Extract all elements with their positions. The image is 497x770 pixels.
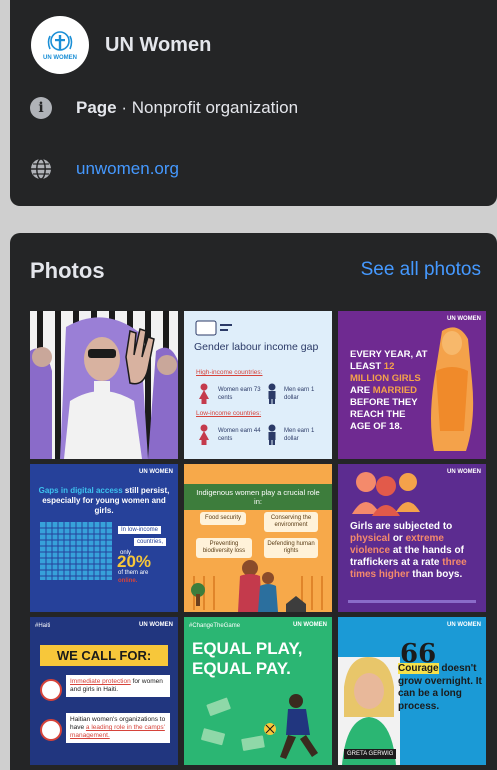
photo-thumbnail-women-illustration[interactable] — [30, 311, 178, 459]
women-illustration-image — [30, 311, 178, 459]
income-gap-heading: Gender labour income gap — [194, 341, 319, 353]
photo-grid: Gender labour income gap High-income cou… — [30, 311, 486, 765]
quote-author: GRETA GERWIG — [344, 749, 397, 759]
t6-c: or — [392, 533, 403, 544]
profile-row[interactable]: UN WOMEN UN Women — [31, 16, 211, 74]
protection-icon — [40, 679, 62, 701]
photo-thumbnail-digital-access[interactable]: UN WOMEN Gaps in digital access still pe… — [30, 464, 178, 612]
un-women-watermark: UN WOMEN — [447, 469, 481, 475]
photo-thumbnail-income-gap[interactable]: Gender labour income gap High-income cou… — [184, 311, 332, 459]
hashtag-changethegame: #ChangeTheGame — [189, 623, 241, 629]
un-women-watermark: UN WOMEN — [447, 316, 481, 322]
un-women-watermark: UN WOMEN — [293, 622, 327, 628]
photos-title: Photos — [30, 258, 105, 283]
digital-access-text: Gaps in digital access still persist, es… — [38, 486, 170, 516]
pill-defending-human-rights: Defending human rights — [264, 538, 318, 558]
pill-food-security: Food security — [200, 512, 246, 525]
page-name[interactable]: UN Women — [105, 34, 211, 57]
t4-of-them: of them are — [118, 570, 149, 576]
photo-thumbnail-trafficking[interactable]: UN WOMEN Girls are subjected to physical… — [338, 464, 486, 612]
t7-i2u: a leading role in the camps' management. — [70, 724, 165, 739]
t3-highlight2: MARRIED — [372, 385, 418, 396]
logo-text: UN WOMEN — [43, 54, 77, 61]
photo-thumbnail-child-marriage[interactable]: UN WOMEN EVERY YEAR, AT LEAST 12 MILLION… — [338, 311, 486, 459]
women-earn-high: Women earn 73 cents — [218, 387, 261, 401]
un-women-watermark: UN WOMEN — [139, 622, 173, 628]
equal-pay-text: EQUAL PLAY, EQUAL PAY. — [192, 639, 303, 679]
women-earn-low: Women earn 44 cents — [218, 428, 261, 442]
un-women-logo-icon — [47, 30, 73, 51]
quote-text: Courage doesn't grow overnight. It can b… — [398, 663, 482, 713]
page-info-card: UN WOMEN UN Women i Page · Nonprofit org… — [10, 0, 497, 206]
haiti-item-1: Immediate protection for women and girls… — [66, 675, 170, 697]
pill-conserving-environment: Conserving the environment — [264, 512, 318, 532]
see-all-photos-link[interactable]: See all photos — [361, 259, 481, 281]
megaphone-icon — [40, 719, 62, 741]
photo-thumbnail-indigenous-women[interactable]: Indigenous women play a crucial role in:… — [184, 464, 332, 612]
website-row: unwomen.org — [30, 158, 179, 180]
un-women-watermark: UN WOMEN — [139, 469, 173, 475]
un-women-watermark: UN WOMEN — [447, 622, 481, 628]
we-call-for-banner: WE CALL FOR: — [40, 645, 168, 666]
photo-thumbnail-equal-pay[interactable]: #ChangeTheGame UN WOMEN EQUAL PLAY, EQUAL… — [184, 617, 332, 765]
website-link[interactable]: unwomen.org — [76, 159, 179, 179]
page-category: · Nonprofit organization — [116, 98, 299, 117]
indigenous-women-heading: Indigenous women play a crucial role in: — [184, 484, 332, 510]
t9-highlight: Courage — [398, 663, 439, 674]
men-earn-high: Men earn 1 dollar — [284, 387, 315, 401]
t4-highlight: Gaps in digital access — [38, 486, 123, 495]
t4-percentage: 20% — [117, 552, 152, 571]
t4-box1: In low-income — [118, 526, 162, 534]
t4-online: online. — [118, 578, 138, 584]
t6-b: physical — [350, 533, 391, 544]
info-icon: i — [30, 97, 52, 119]
photo-thumbnail-haiti[interactable]: #Haiti UN WOMEN WE CALL FOR: Immediate p… — [30, 617, 178, 765]
globe-icon — [31, 158, 51, 180]
trafficking-text: Girls are subjected to physical or extre… — [350, 521, 478, 581]
page-type-label: Page — [76, 98, 117, 117]
haiti-item-2: Haitian women's organizations to have a … — [66, 713, 170, 743]
page-type-text: Page · Nonprofit organization — [76, 98, 298, 118]
pill-preventing-biodiversity-loss: Preventing biodiversity loss — [196, 538, 252, 558]
t6-a: Girls are subjected to — [350, 521, 453, 532]
t4-box2: countries, — [134, 538, 167, 546]
low-income-label: Low-income countries: — [196, 410, 262, 417]
photo-thumbnail-greta-gerwig-quote[interactable]: UN WOMEN 66 Courage doesn't grow overnig… — [338, 617, 486, 765]
t3-line3: BEFORE THEY REACH THE AGE OF 18. — [350, 397, 418, 432]
page-type-row: i Page · Nonprofit organization — [30, 97, 298, 119]
t8-line2: EQUAL PAY. — [192, 659, 291, 678]
avatar[interactable]: UN WOMEN — [31, 16, 89, 74]
t7-i1u: Immediate protection — [70, 678, 131, 685]
high-income-label: High-income countries: — [196, 369, 263, 376]
child-marriage-text: EVERY YEAR, AT LEAST 12 MILLION GIRLS AR… — [350, 349, 428, 433]
hashtag-haiti: #Haiti — [35, 623, 51, 629]
t3-line2: ARE — [350, 385, 371, 396]
men-earn-low: Men earn 1 dollar — [284, 428, 315, 442]
photos-card: Photos See all photos Gender labour inco… — [10, 233, 497, 770]
t6-g: than boys. — [412, 569, 463, 580]
t8-line1: EQUAL PLAY, — [192, 639, 303, 658]
